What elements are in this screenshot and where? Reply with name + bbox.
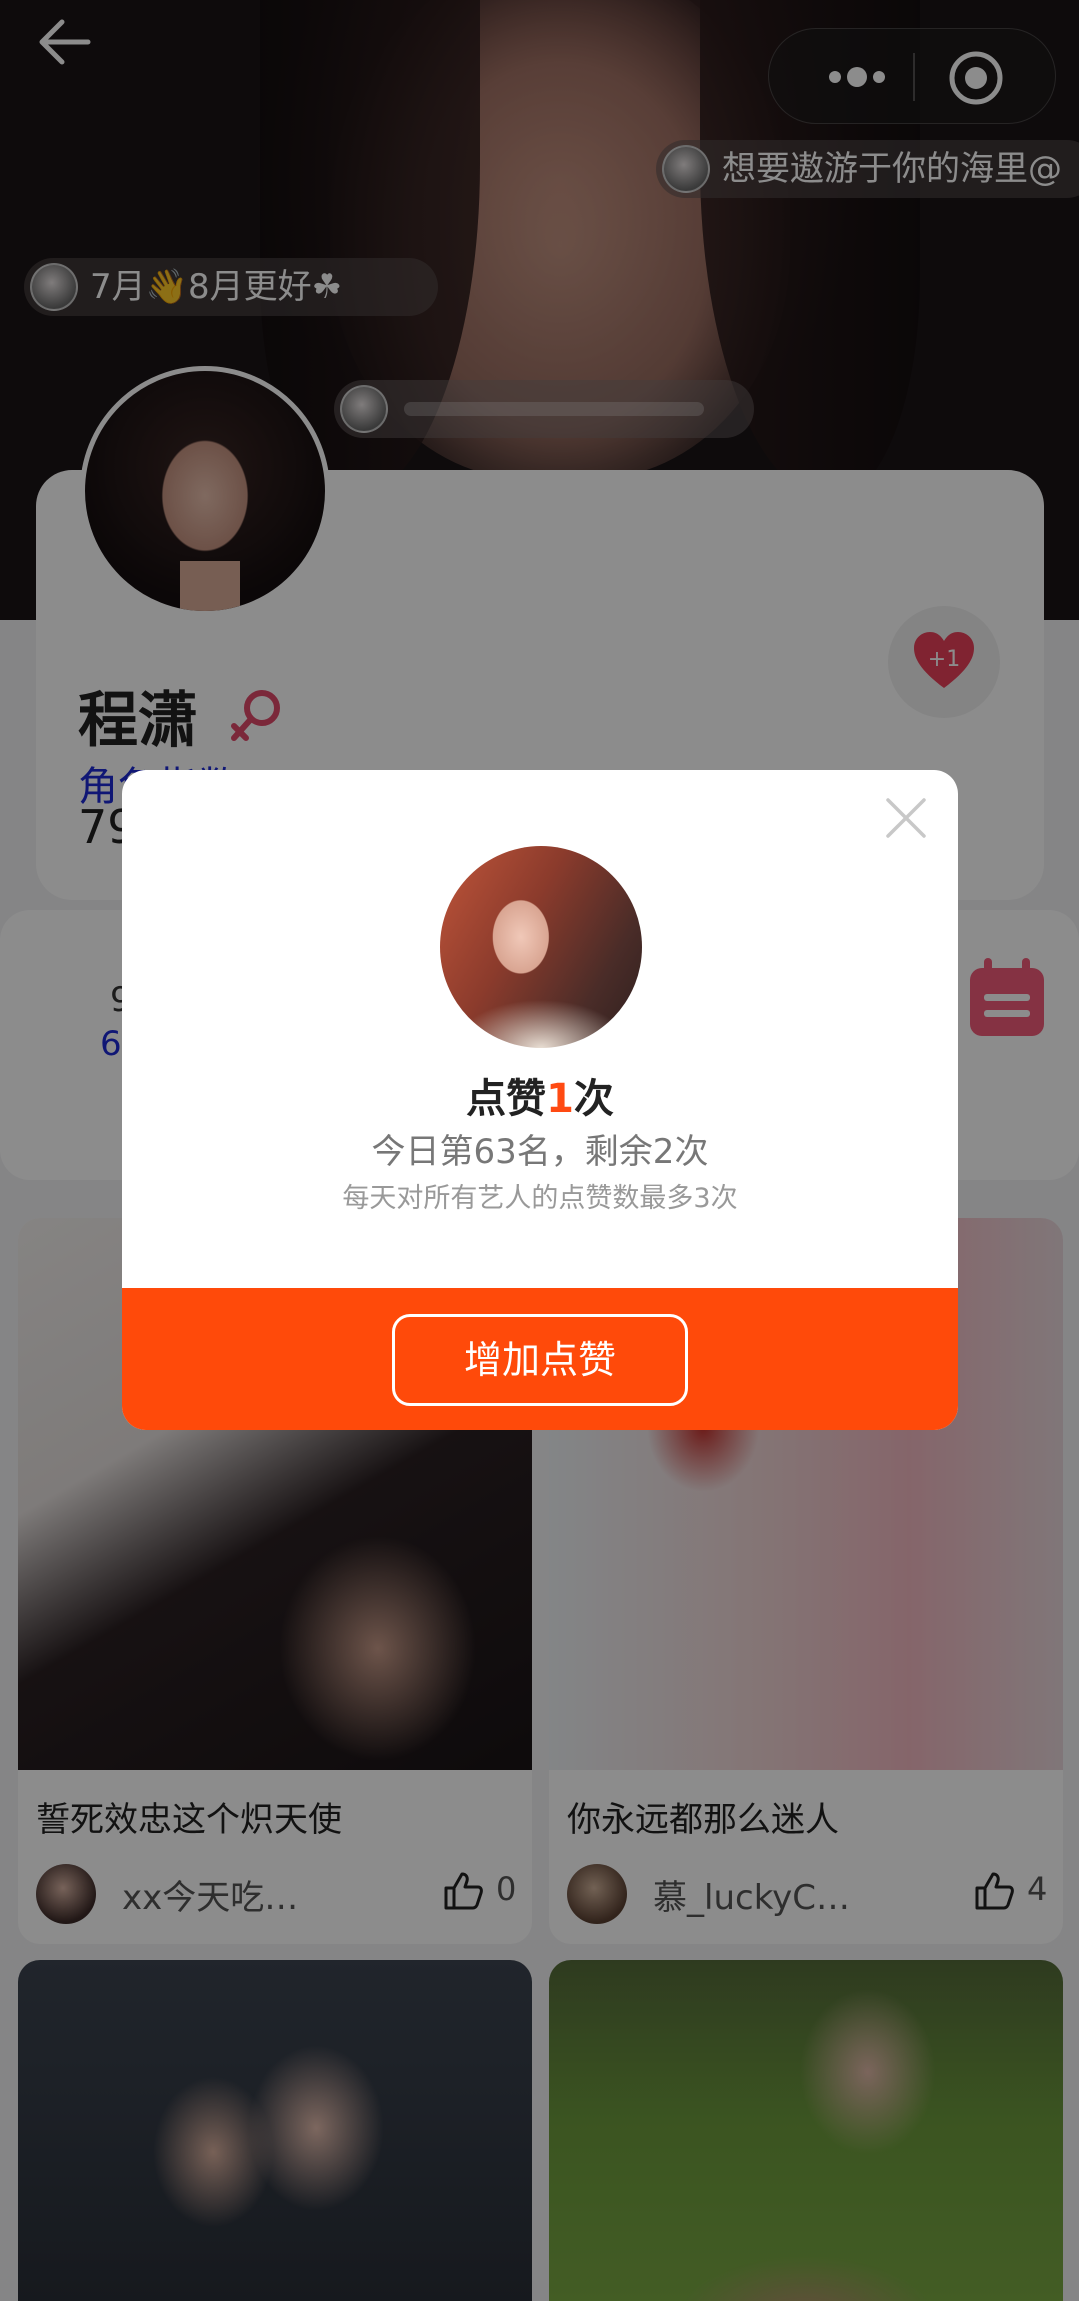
star-avatar <box>440 846 642 1048</box>
modal-title: 点赞1次 <box>466 1076 614 1122</box>
modal-close-button[interactable] <box>884 796 928 840</box>
close-x-icon <box>886 798 926 838</box>
like-count-highlight: 1 <box>546 1076 574 1122</box>
add-likes-button[interactable]: 增加点赞 <box>392 1314 688 1406</box>
like-success-modal: 点赞1次 今日第63名，剩余2次 每天对所有艺人的点赞数最多3次 增加点赞 <box>122 770 958 1430</box>
modal-footer: 增加点赞 <box>122 1288 958 1430</box>
rank-text: 今日第63名，剩余2次 <box>371 1132 709 1172</box>
daily-limit-note: 每天对所有艺人的点赞数最多3次 <box>342 1183 738 1214</box>
